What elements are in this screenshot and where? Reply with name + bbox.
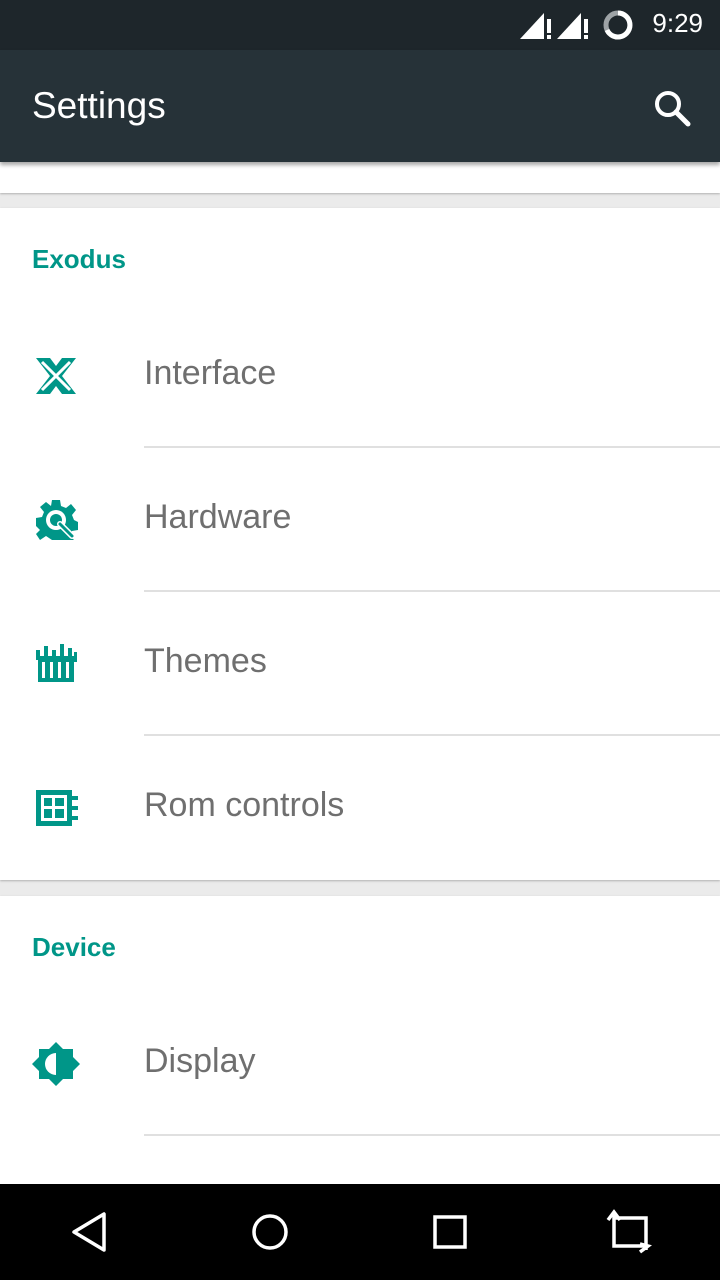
settings-item-interface[interactable]: Interface — [0, 304, 720, 448]
section-title-device: Device — [32, 932, 116, 962]
rom-controls-icon — [36, 790, 78, 826]
settings-item-hardware[interactable]: Hardware — [0, 448, 720, 592]
settings-item-themes[interactable]: Themes — [0, 592, 720, 736]
home-icon[interactable] — [246, 1208, 294, 1256]
navigation-bar — [0, 1184, 720, 1280]
divider — [144, 1134, 720, 1136]
sync-icon — [603, 10, 633, 40]
app-bar: Settings — [0, 50, 720, 162]
rotate-icon[interactable] — [606, 1208, 654, 1256]
settings-item-label: Display — [144, 1042, 256, 1080]
settings-item-label: Themes — [144, 642, 267, 680]
hardware-icon — [36, 500, 78, 540]
signal-no-data-icon — [557, 13, 588, 39]
back-icon[interactable] — [66, 1208, 114, 1256]
settings-list[interactable]: Exodus Interface Hardware Themes Rom con… — [0, 162, 720, 1184]
signal-no-data-icon — [520, 13, 551, 39]
settings-item-label: Rom controls — [144, 786, 345, 824]
section-title-exodus: Exodus — [32, 244, 126, 274]
settings-item-label: Hardware — [144, 498, 292, 536]
display-icon — [32, 1042, 80, 1086]
page-title: Settings — [32, 85, 166, 126]
top-card — [0, 162, 720, 193]
status-bar: 9:29 — [0, 0, 720, 50]
search-icon[interactable] — [652, 88, 692, 128]
themes-icon — [36, 644, 77, 682]
settings-item-display[interactable]: Display — [0, 992, 720, 1136]
device-section: Device Display — [0, 896, 720, 1184]
settings-item-label: Interface — [144, 354, 277, 392]
status-time: 9:29 — [652, 8, 703, 38]
interface-icon — [36, 358, 76, 394]
settings-item-rom-controls[interactable]: Rom controls — [0, 736, 720, 880]
recents-icon[interactable] — [426, 1208, 474, 1256]
exodus-section: Exodus Interface Hardware Themes Rom con… — [0, 208, 720, 880]
